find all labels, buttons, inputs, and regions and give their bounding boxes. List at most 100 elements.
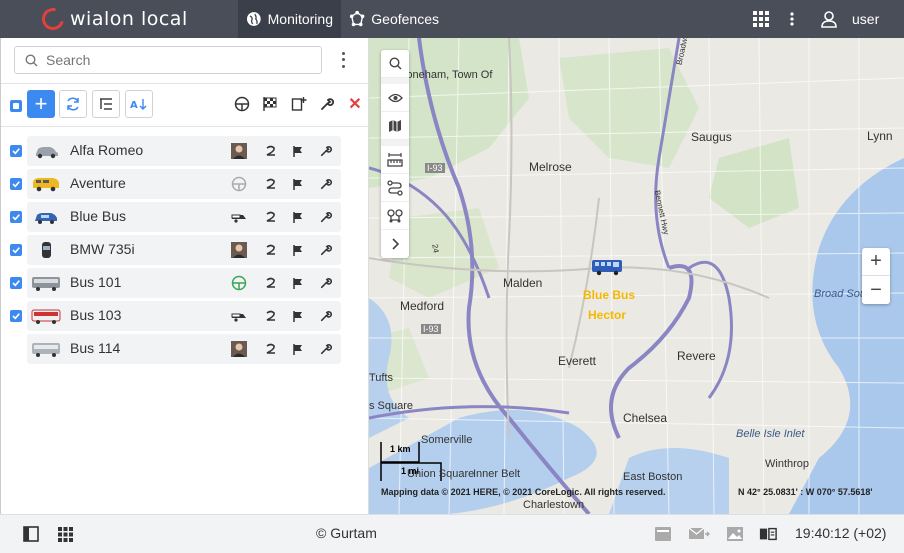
gallery-button[interactable]	[726, 525, 744, 543]
zoom-in-button[interactable]: +	[862, 248, 890, 276]
checkmark-icon	[12, 214, 20, 221]
flag-icon[interactable]	[290, 242, 306, 258]
zoom-out-button[interactable]: −	[862, 276, 890, 304]
unit-checkbox[interactable]	[10, 310, 22, 322]
unit-checkbox[interactable]	[10, 244, 22, 256]
command-icon[interactable]	[263, 143, 279, 159]
unit-icon	[31, 241, 61, 259]
unit-name[interactable]: BMW 735i	[70, 241, 135, 257]
map-view[interactable]: Stoneham, Town Of Saugus Lynn Melrose Ma…	[369, 38, 904, 514]
wrench-icon[interactable]	[318, 176, 334, 192]
service-toggle[interactable]	[315, 90, 339, 118]
unit-row[interactable]: Aventure	[27, 169, 341, 199]
driver-driver-photo[interactable]	[231, 143, 247, 159]
command-icon[interactable]	[263, 176, 279, 192]
apps-grid-button[interactable]	[752, 0, 772, 38]
road-label: 24	[430, 243, 441, 254]
driver-trailer-icon[interactable]	[231, 308, 247, 324]
user-name: user	[852, 11, 880, 27]
user-menu[interactable]: user	[820, 0, 890, 38]
flag-icon[interactable]	[290, 143, 306, 159]
wrench-icon	[321, 98, 334, 110]
flag-icon[interactable]	[290, 308, 306, 324]
wrench-icon[interactable]	[318, 143, 334, 159]
toggle-panel-button[interactable]	[22, 525, 40, 543]
unit-checkbox[interactable]	[10, 277, 22, 289]
command-icon[interactable]	[263, 242, 279, 258]
remove-button[interactable]: ✕	[343, 90, 367, 118]
messages-button[interactable]	[688, 525, 710, 543]
panel-menu-button[interactable]	[337, 50, 349, 70]
top-menu-button[interactable]	[790, 0, 802, 38]
map-label: East Boston	[623, 471, 683, 483]
command-icon[interactable]	[263, 341, 279, 357]
unit-map-label: Blue Bus	[583, 288, 636, 302]
poi-button[interactable]	[381, 202, 409, 230]
map-search-button[interactable]	[381, 50, 409, 78]
refresh-button[interactable]	[59, 90, 87, 118]
select-all-checkbox[interactable]	[10, 100, 22, 112]
measure-distance-button[interactable]	[381, 146, 409, 174]
unit-row[interactable]: Alfa Romeo	[27, 136, 341, 166]
tab-monitoring[interactable]: Monitoring	[238, 0, 341, 38]
flag-icon[interactable]	[290, 209, 306, 225]
command-icon[interactable]	[263, 209, 279, 225]
reports-button[interactable]	[759, 525, 777, 543]
unit-checkbox[interactable]	[10, 211, 22, 223]
map-source-button[interactable]	[381, 112, 409, 140]
wrench-icon[interactable]	[318, 308, 334, 324]
command-icon[interactable]	[263, 275, 279, 291]
unit-name[interactable]: Aventure	[70, 175, 126, 191]
expand-toolbar-button[interactable]	[381, 230, 409, 258]
apps-button[interactable]	[56, 525, 74, 543]
flag-icon[interactable]	[290, 275, 306, 291]
flag-icon[interactable]	[290, 341, 306, 357]
unit-name[interactable]: Bus 101	[70, 274, 121, 290]
finish-flag-toggle[interactable]	[258, 90, 282, 118]
driver-steering-wheel-icon[interactable]	[231, 176, 247, 192]
unit-name[interactable]: Blue Bus	[70, 208, 126, 224]
sort-button[interactable]: A	[125, 90, 153, 118]
divider	[1, 83, 369, 84]
unit-row[interactable]: Blue Bus	[27, 202, 341, 232]
unit-row[interactable]: Bus 103	[27, 301, 341, 331]
add-unit-button[interactable]: +	[27, 90, 55, 118]
zoom-control: + −	[862, 248, 890, 304]
group-tree-button[interactable]	[92, 90, 120, 118]
map-label: Belle Isle Inlet	[736, 428, 805, 440]
unit-row[interactable]: BMW 735i	[27, 235, 341, 265]
notifications-button[interactable]	[654, 525, 672, 543]
driver-driver-photo[interactable]	[231, 341, 247, 357]
unit-row[interactable]: Bus 114	[27, 334, 341, 364]
wialon-logo[interactable]: wialon local	[37, 3, 188, 35]
map-layers-visibility-button[interactable]	[381, 84, 409, 112]
wrench-icon[interactable]	[318, 341, 334, 357]
driver-steering-wheel-green-icon[interactable]	[231, 275, 247, 291]
command-icon[interactable]	[263, 308, 279, 324]
wrench-icon[interactable]	[318, 275, 334, 291]
blue-bus-marker[interactable]	[591, 258, 623, 276]
routing-button[interactable]	[381, 174, 409, 202]
unit-name[interactable]: Alfa Romeo	[70, 142, 143, 158]
map-label: Chelsea	[623, 411, 668, 425]
unit-name[interactable]: Bus 114	[70, 340, 120, 356]
mail-send-icon	[688, 527, 710, 539]
tab-geofences[interactable]: Geofences	[341, 0, 447, 38]
wrench-icon[interactable]	[318, 209, 334, 225]
flag-icon[interactable]	[290, 176, 306, 192]
unit-row[interactable]: Bus 101	[27, 268, 341, 298]
driver-trailer-icon[interactable]	[231, 209, 247, 225]
user-icon	[821, 11, 837, 28]
image-icon	[727, 527, 743, 541]
search-box[interactable]	[14, 46, 322, 74]
tree-icon	[100, 98, 112, 110]
unit-name[interactable]: Bus 103	[70, 307, 121, 323]
driver-column-toggle[interactable]	[230, 90, 254, 118]
driver-driver-photo[interactable]	[231, 242, 247, 258]
map-label: Somerville	[421, 434, 473, 446]
wrench-icon[interactable]	[318, 242, 334, 258]
search-input[interactable]	[46, 52, 296, 68]
add-geofence-toggle[interactable]	[287, 90, 311, 118]
unit-checkbox[interactable]	[10, 145, 22, 157]
unit-checkbox[interactable]	[10, 178, 22, 190]
